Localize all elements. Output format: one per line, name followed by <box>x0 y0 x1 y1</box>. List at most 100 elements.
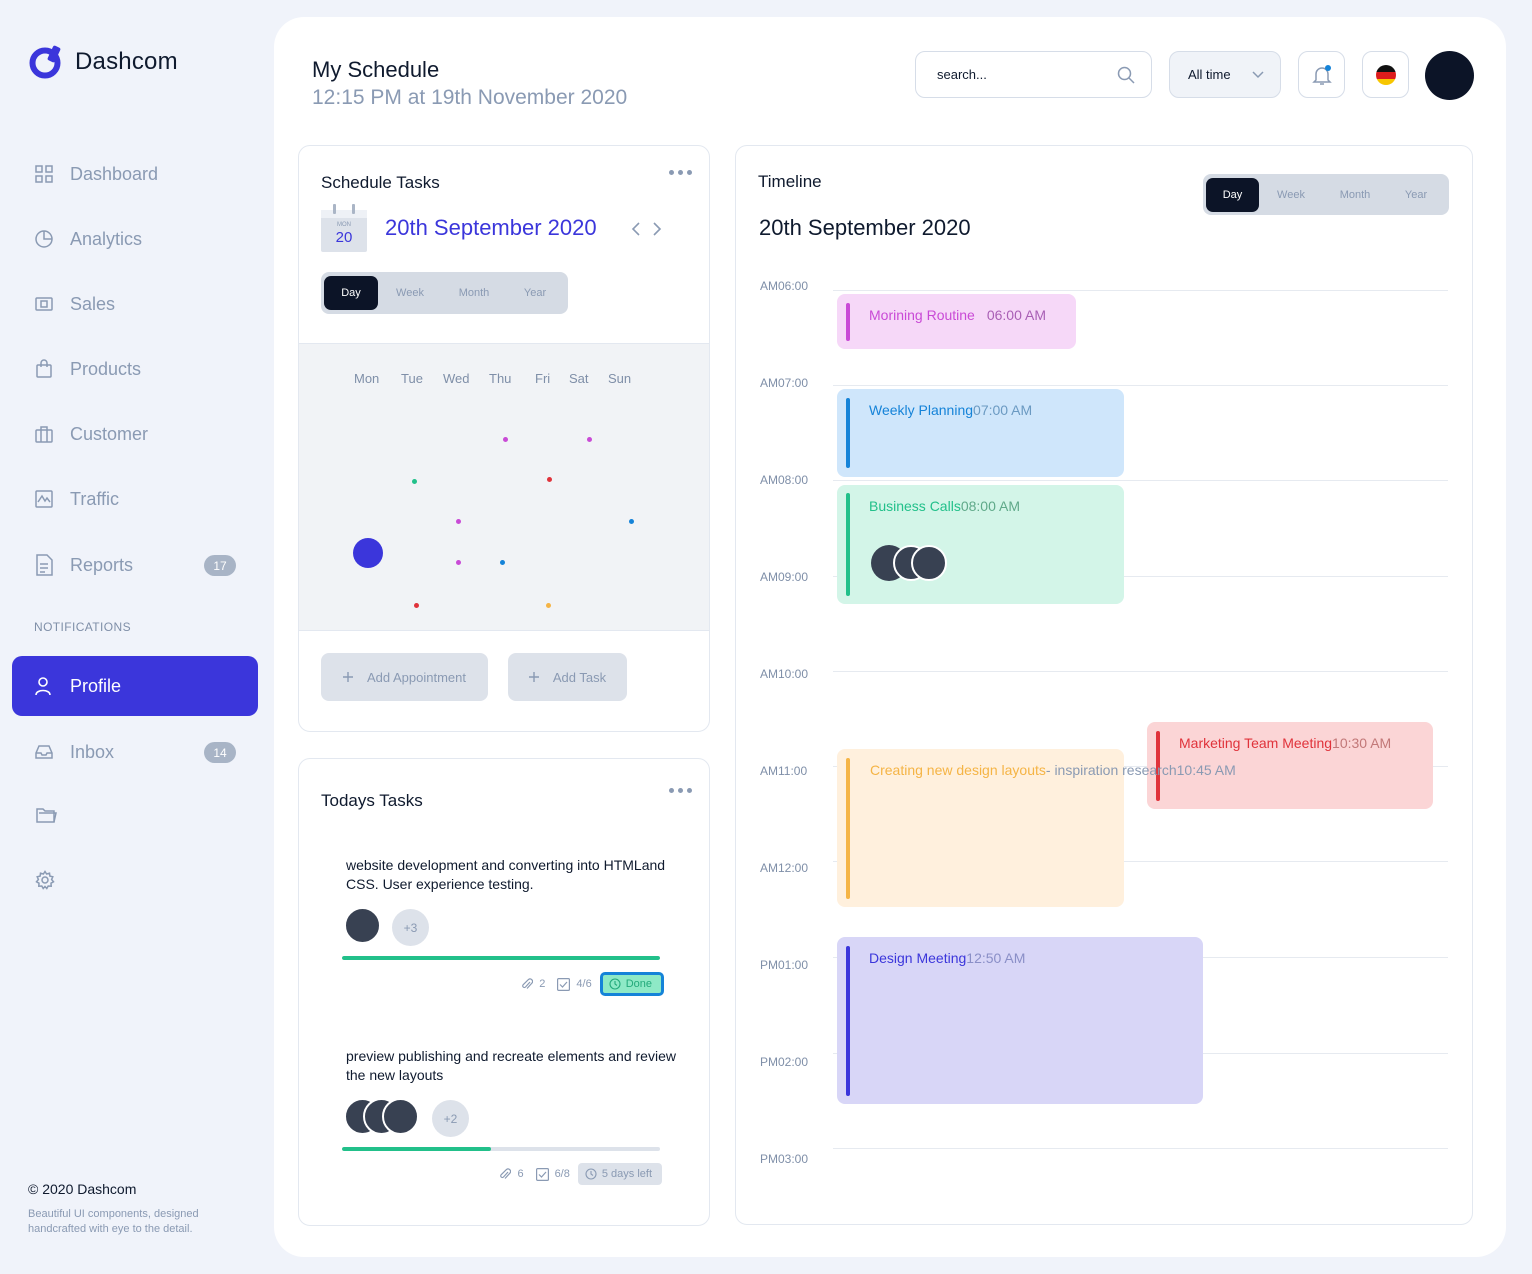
attachment-count: 6 <box>517 1168 524 1180</box>
event-color-bar <box>846 758 850 899</box>
sidebar-item-label: Analytics <box>70 228 143 249</box>
add-appointment-button[interactable]: Add Appointment <box>321 653 488 701</box>
more-options-icon[interactable] <box>669 786 693 794</box>
brand[interactable]: Dashcom <box>28 44 178 79</box>
status-label: Done <box>625 978 652 990</box>
sidebar-item-label: Reports <box>70 554 134 575</box>
event-weekly-planning[interactable]: Weekly Planning07:00 AM <box>837 389 1124 477</box>
pie-chart-icon <box>34 229 54 249</box>
checkbox-icon <box>535 1167 549 1181</box>
event-color-bar <box>846 946 850 1096</box>
event-morning-routine[interactable]: Morining Routine 06:00 AM <box>837 294 1076 349</box>
weekday-label: Mon <box>354 371 380 386</box>
event-dot <box>456 519 461 524</box>
event-time: 08:00 AM <box>960 498 1020 514</box>
event-dot <box>412 479 417 484</box>
more-options-icon[interactable] <box>669 168 693 176</box>
sidebar-item-label: Dashboard <box>70 163 159 184</box>
task-item[interactable]: preview publishing and recreate elements… <box>342 1047 681 1185</box>
more-assignees-badge: +2 <box>432 1100 469 1137</box>
plus-icon <box>528 672 539 682</box>
language-selector[interactable] <box>1362 51 1409 98</box>
status-label: 5 days left <box>601 1168 652 1180</box>
event-color-bar <box>846 493 850 596</box>
weekday-label: Sat <box>569 371 589 386</box>
assignee-avatar <box>344 907 381 944</box>
sidebar-item-label: Traffic <box>70 488 120 509</box>
inbox-icon <box>34 742 54 762</box>
add-task-button[interactable]: Add Task <box>508 653 627 701</box>
event-color-bar <box>846 303 850 341</box>
next-chevron-icon[interactable] <box>652 222 662 236</box>
event-dot <box>456 560 461 565</box>
sidebar-item-dashboard[interactable]: Dashboard <box>34 154 244 194</box>
search-icon[interactable] <box>1117 66 1135 84</box>
sidebar-item-traffic[interactable]: Traffic <box>34 479 244 519</box>
hour-label: AM09:00 <box>760 570 809 584</box>
time-filter-dropdown[interactable]: All time <box>1169 51 1281 98</box>
event-name-suffix: - inspiration research <box>1045 762 1177 778</box>
event-dot <box>414 603 419 608</box>
settings-gear-icon[interactable] <box>35 870 55 890</box>
timeline-view-week[interactable]: Week <box>1259 178 1323 212</box>
task-meta: 6 6/8 5 days left <box>346 1163 662 1185</box>
schedule-view-year[interactable]: Year <box>506 276 564 310</box>
schedule-view-week[interactable]: Week <box>378 276 442 310</box>
event-title: Business Calls08:00 AM <box>869 498 1020 514</box>
paperclip-icon <box>499 1167 512 1181</box>
event-dot <box>547 477 552 482</box>
event-creating-layouts-title: Creating new design layouts- inspiration… <box>870 762 1236 778</box>
schedule-view-switcher: Day Week Month Year <box>321 272 568 314</box>
hour-label: AM08:00 <box>760 473 809 487</box>
user-avatar[interactable] <box>1425 51 1474 100</box>
status-badge-days-left[interactable]: 5 days left <box>577 1163 662 1185</box>
search-box[interactable] <box>915 51 1152 98</box>
status-badge-done[interactable]: Done <box>599 972 664 996</box>
schedule-view-day[interactable]: Day <box>324 276 378 310</box>
plus-icon <box>342 672 353 682</box>
task-assignees: +2 <box>344 1093 681 1143</box>
reports-count-badge: 17 <box>204 555 236 576</box>
sidebar-item-analytics[interactable]: Analytics <box>34 219 244 259</box>
sidebar-item-inbox[interactable]: Inbox 14 <box>34 732 244 772</box>
notifications-button[interactable] <box>1298 51 1345 98</box>
clock-icon <box>585 1168 597 1180</box>
timeline-view-month[interactable]: Month <box>1323 178 1387 212</box>
sidebar-item-profile[interactable]: Profile <box>12 656 258 716</box>
timeline-view-day[interactable]: Day <box>1206 177 1259 212</box>
event-time: 10:30 AM <box>1332 735 1392 751</box>
event-time: 07:00 AM <box>973 402 1033 418</box>
event-title: Weekly Planning07:00 AM <box>869 402 1032 418</box>
sidebar-item-reports[interactable]: Reports 17 <box>34 545 244 585</box>
event-design-meeting[interactable]: Design Meeting12:50 AM <box>837 937 1203 1104</box>
search-input[interactable] <box>937 67 1097 82</box>
paperclip-icon <box>521 977 534 991</box>
sidebar-item-sales[interactable]: Sales <box>34 284 244 324</box>
selected-day-marker[interactable] <box>353 538 383 568</box>
hour-gridline <box>833 290 1448 291</box>
sidebar-item-products[interactable]: Products <box>34 349 244 389</box>
sidebar-item-label: Profile <box>70 675 122 696</box>
event-title: Morining Routine 06:00 AM <box>869 307 1046 323</box>
weekday-label: Thu <box>489 371 512 386</box>
prev-chevron-icon[interactable] <box>631 222 641 236</box>
event-time: 12:50 AM <box>966 950 1026 966</box>
dashcom-logo-icon <box>28 44 63 79</box>
event-business-calls[interactable]: Business Calls08:00 AM <box>837 485 1124 604</box>
sidebar-item-customer[interactable]: Customer <box>34 414 244 454</box>
notifications-section-label: NOTIFICATIONS <box>34 620 131 634</box>
schedule-view-month[interactable]: Month <box>442 276 506 310</box>
event-name: Weekly Planning <box>869 402 974 418</box>
weekday-label: Wed <box>443 371 470 386</box>
wallet-icon <box>34 294 54 314</box>
folder-icon[interactable] <box>35 805 57 825</box>
task-item[interactable]: website development and converting into … <box>342 856 681 996</box>
event-dot <box>546 603 551 608</box>
task-assignees: +3 <box>344 902 681 952</box>
chevron-down-icon <box>1252 70 1264 79</box>
hour-label: PM01:00 <box>760 958 809 972</box>
hour-gridline <box>833 385 1448 386</box>
sidebar-item-label: Inbox <box>70 741 115 762</box>
timeline-view-year[interactable]: Year <box>1387 178 1445 212</box>
page-title: My Schedule <box>312 57 440 82</box>
